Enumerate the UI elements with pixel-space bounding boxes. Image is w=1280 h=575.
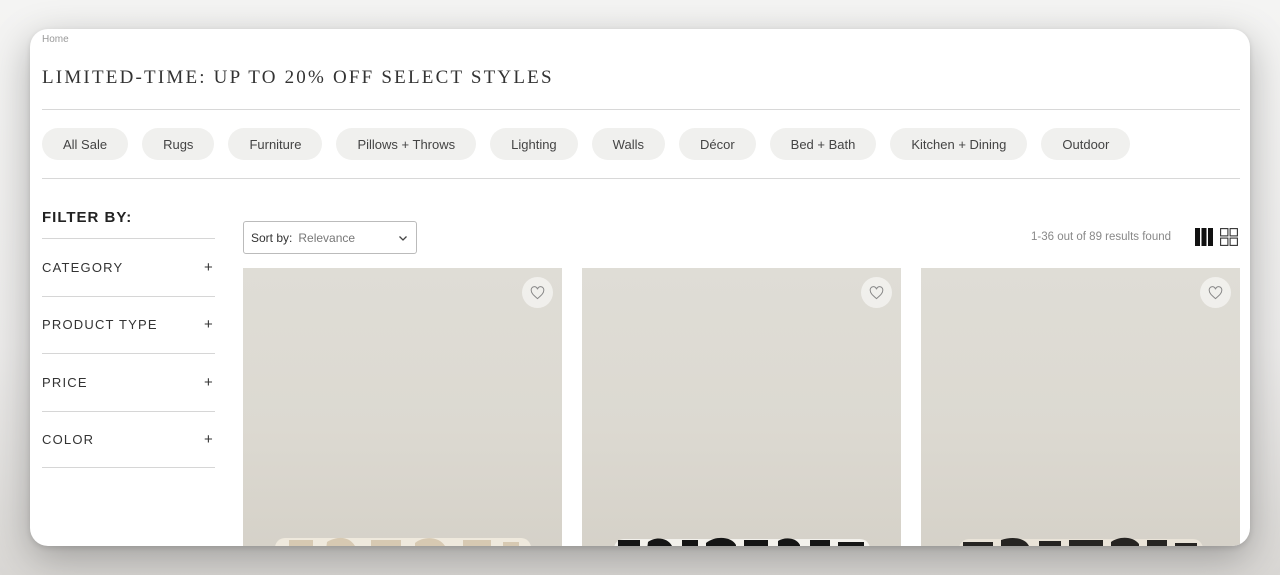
product-card[interactable] — [921, 268, 1240, 546]
sort-dropdown[interactable]: Sort by: Relevance — [243, 221, 417, 254]
plus-icon[interactable]: + — [204, 431, 214, 448]
chip-all-sale[interactable]: All Sale — [42, 128, 129, 160]
heart-icon — [869, 285, 884, 299]
category-chips: All Sale Rugs Furniture Pillows + Throws… — [42, 128, 1131, 160]
chip-bed-bath[interactable]: Bed + Bath — [769, 128, 877, 160]
three-column-view-icon[interactable] — [1195, 228, 1213, 246]
results-count: 1-36 out of 89 results found — [1031, 231, 1172, 243]
filter-title: FILTER BY: — [42, 209, 133, 226]
favorite-button[interactable] — [522, 277, 553, 308]
filter-label: PRODUCT TYPE — [42, 317, 158, 333]
filter-label: CATEGORY — [42, 259, 124, 275]
filter-product-type[interactable]: PRODUCT TYPE + — [42, 295, 215, 354]
plus-icon[interactable]: + — [204, 374, 214, 391]
chevron-down-icon — [399, 235, 407, 241]
favorite-button[interactable] — [861, 277, 892, 308]
chip-lighting[interactable]: Lighting — [490, 128, 578, 160]
sort-value: Relevance — [298, 230, 356, 245]
filter-label: PRICE — [42, 374, 88, 390]
filter-category[interactable]: CATEGORY + — [42, 238, 215, 296]
favorite-button[interactable] — [1200, 277, 1231, 308]
plus-icon[interactable]: + — [204, 259, 214, 276]
breadcrumb-home[interactable]: Home — [42, 34, 69, 45]
product-grid — [243, 268, 1240, 546]
grid-view-icon[interactable] — [1220, 228, 1238, 246]
divider — [42, 109, 1240, 110]
browser-window: Home LIMITED-TIME: UP TO 20% OFF SELECT … — [30, 29, 1250, 546]
product-image — [614, 538, 870, 546]
filter-color[interactable]: COLOR + — [42, 410, 215, 468]
filter-label: COLOR — [42, 431, 95, 447]
page-title: LIMITED-TIME: UP TO 20% OFF SELECT STYLE… — [42, 67, 554, 88]
filter-list: CATEGORY + PRODUCT TYPE + PRICE + COLOR … — [42, 238, 215, 468]
heart-icon — [530, 285, 545, 299]
chip-furniture[interactable]: Furniture — [228, 128, 323, 160]
sort-label: Sort by: — [251, 230, 293, 245]
chip-decor[interactable]: Décor — [678, 128, 756, 160]
chip-kitchen-dining[interactable]: Kitchen + Dining — [890, 128, 1028, 160]
chip-walls[interactable]: Walls — [591, 128, 665, 160]
heart-icon — [1208, 285, 1223, 299]
plus-icon[interactable]: + — [204, 316, 214, 333]
product-card[interactable] — [243, 268, 562, 546]
chip-rugs[interactable]: Rugs — [142, 128, 215, 160]
divider — [42, 178, 1240, 179]
product-card[interactable] — [582, 268, 901, 546]
product-image — [275, 537, 531, 546]
product-image — [959, 537, 1203, 546]
filter-price[interactable]: PRICE + — [42, 353, 215, 411]
chip-outdoor[interactable]: Outdoor — [1041, 128, 1131, 160]
chip-pillows-throws[interactable]: Pillows + Throws — [336, 128, 477, 160]
